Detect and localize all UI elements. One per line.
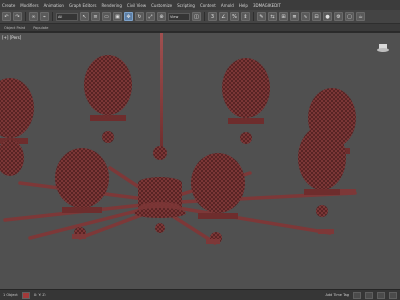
undo-button[interactable]: ↶: [2, 12, 11, 21]
menu-help[interactable]: Help: [239, 3, 248, 8]
layer-explorer-button[interactable]: ≣: [290, 12, 299, 21]
frame-window-icon: ▢: [347, 13, 352, 20]
menu-graph-editors[interactable]: Graph Editors: [69, 3, 96, 8]
add-time-tag[interactable]: Add Time Tag: [326, 293, 350, 297]
viewcube-icon[interactable]: [376, 43, 390, 53]
lock-selection-button[interactable]: [21, 291, 30, 299]
menu-customize[interactable]: Customize: [151, 3, 172, 8]
redo-button[interactable]: ↷: [13, 12, 22, 21]
angle-icon: ∠: [221, 13, 226, 20]
reference-coordinate-dropdown[interactable]: View: [168, 12, 190, 21]
perspective-viewport[interactable]: [+] [Pers]: [0, 33, 400, 289]
angle-snap-button[interactable]: ∠: [219, 12, 228, 21]
list-icon: ≡: [93, 13, 98, 20]
selection-count: 1 Object: [3, 293, 18, 297]
lantern-shade: [298, 126, 346, 217]
magnet-icon: 3: [210, 13, 215, 20]
menu-scripting[interactable]: Scripting: [177, 3, 195, 8]
toolbar-divider: [25, 12, 26, 21]
menu-bar: Create Modifiers Animation Graph Editors…: [0, 0, 400, 10]
lantern-shade: [0, 78, 34, 176]
menu-3dmagikedit[interactable]: 3DMAGIKEDIT: [253, 3, 281, 8]
layers-icon: ≣: [292, 13, 297, 20]
pivot-icon: ◫: [194, 13, 199, 20]
ribbon-tab-object-paint[interactable]: Object Paint: [4, 26, 25, 30]
link-icon: ∞: [31, 13, 36, 20]
select-move-button[interactable]: ✥: [124, 12, 133, 21]
scale-icon: ⤢: [148, 13, 153, 20]
lantern-shade: [84, 55, 132, 143]
pan-button[interactable]: [377, 291, 385, 299]
main-toolbar: ↶ ↷ ∞ ⌁ All ↖ ≡ ▭ ▣ ✥ ↻ ⤢ ⊕ View ◫ 3 ∠ %…: [0, 10, 400, 24]
menu-animation[interactable]: Animation: [44, 3, 64, 8]
viewport-label[interactable]: [+] [Pers]: [2, 35, 21, 40]
placement-button[interactable]: ⊕: [157, 12, 166, 21]
ribbon-bar: Object Paint Populate: [0, 24, 400, 32]
link-button[interactable]: ∞: [29, 12, 38, 21]
curve-editor-button[interactable]: ∿: [301, 12, 310, 21]
lantern-shade: [222, 58, 270, 144]
lantern-shade: [191, 153, 245, 244]
placement-icon: ⊕: [159, 13, 164, 20]
material-icon: ●: [325, 13, 330, 20]
edit-selection-icon: ✎: [259, 13, 264, 20]
menu-create[interactable]: Create: [2, 3, 15, 8]
menu-content[interactable]: Content: [200, 3, 216, 8]
region-select-button[interactable]: ▭: [102, 12, 111, 21]
rendered-frame-button[interactable]: ▢: [345, 12, 354, 21]
play-button[interactable]: [353, 291, 361, 299]
select-scale-button[interactable]: ⤢: [146, 12, 155, 21]
unlink-icon: ⌁: [42, 13, 46, 20]
snaps-button[interactable]: 3: [208, 12, 217, 21]
coordinate-readout: X: Y: Z:: [33, 293, 46, 297]
mirror-button[interactable]: ⇆: [268, 12, 277, 21]
cursor-icon: ↖: [82, 13, 87, 20]
ribbon-tab-populate[interactable]: Populate: [33, 26, 48, 30]
menu-civil-view[interactable]: Civil View: [127, 3, 146, 8]
material-editor-button[interactable]: ●: [323, 12, 332, 21]
select-rotate-button[interactable]: ↻: [135, 12, 144, 21]
named-selection-button[interactable]: ✎: [257, 12, 266, 21]
select-object-button[interactable]: ↖: [80, 12, 89, 21]
menu-rendering[interactable]: Rendering: [101, 3, 121, 8]
selection-filter-dropdown[interactable]: All: [56, 12, 78, 21]
render-button[interactable]: ☕: [356, 12, 365, 21]
undo-icon: ↶: [4, 13, 9, 20]
align-button[interactable]: ⊞: [279, 12, 288, 21]
toolbar-divider: [52, 12, 53, 21]
unlink-button[interactable]: ⌁: [40, 12, 49, 21]
align-icon: ⊞: [281, 13, 286, 20]
toolbar-divider: [253, 12, 254, 21]
center-rod: [160, 33, 163, 153]
orbit-button[interactable]: [389, 291, 397, 299]
teapot-icon: ☕: [358, 13, 363, 20]
window-crossing-button[interactable]: ▣: [113, 12, 122, 21]
crossing-icon: ▣: [115, 13, 120, 20]
spinner-icon: ⇕: [243, 13, 248, 20]
menu-modifiers[interactable]: Modifiers: [20, 3, 38, 8]
pivot-button[interactable]: ◫: [192, 12, 201, 21]
mirror-icon: ⇆: [270, 13, 275, 20]
schematic-icon: ⊟: [314, 13, 319, 20]
redo-icon: ↷: [15, 13, 20, 20]
percent-snap-button[interactable]: %: [230, 12, 239, 21]
spinner-snap-button[interactable]: ⇕: [241, 12, 250, 21]
percent-icon: %: [232, 13, 237, 20]
region-icon: ▭: [104, 13, 109, 20]
render-setup-button[interactable]: ⚙: [334, 12, 343, 21]
move-icon: ✥: [126, 13, 131, 20]
menu-arnold[interactable]: Arnold: [221, 3, 234, 8]
chandelier-model: [0, 33, 357, 245]
select-by-name-button[interactable]: ≡: [91, 12, 100, 21]
toolbar-divider: [204, 12, 205, 21]
schematic-view-button[interactable]: ⊟: [312, 12, 321, 21]
curve-icon: ∿: [303, 13, 308, 20]
status-bar: 1 Object X: Y: Z: Add Time Tag: [0, 289, 400, 300]
zoom-button[interactable]: [365, 291, 373, 299]
rotate-icon: ↻: [137, 13, 142, 20]
render-setup-icon: ⚙: [336, 13, 341, 20]
